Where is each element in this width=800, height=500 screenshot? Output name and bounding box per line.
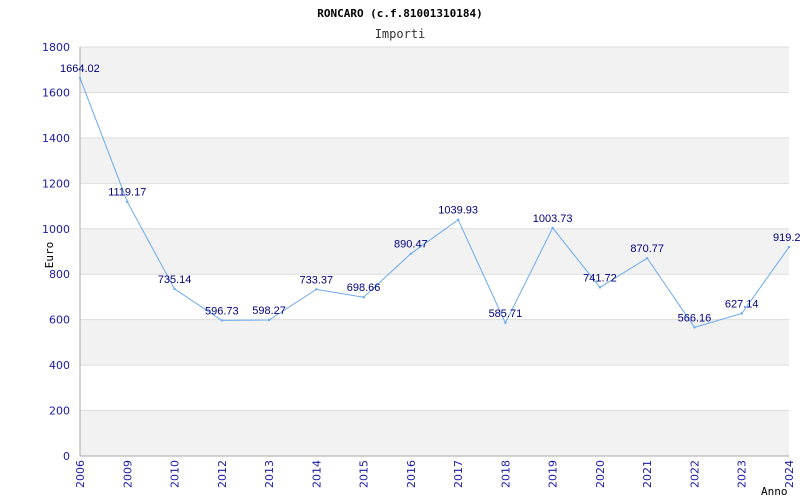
x-tick-label: 2015: [358, 460, 371, 488]
line-chart: 020040060080010001200140016001800 2006 20…: [42, 7, 800, 498]
data-label: 733.37: [300, 274, 334, 286]
data-label: 890.47: [394, 239, 428, 251]
series-polyline: [79, 77, 790, 328]
data-labels: 1664.02 1119.17 735.14 596.73 598.27 733.37 69…: [60, 63, 800, 324]
x-tick-label: 2009: [121, 460, 134, 488]
data-label: 1039.93: [438, 205, 478, 217]
x-tick-label: 2010: [169, 460, 182, 488]
y-tick-label: 600: [49, 314, 70, 327]
data-point: [740, 312, 743, 315]
data-point: [456, 218, 460, 221]
data-label: 598.27: [252, 305, 286, 317]
data-point: [173, 287, 176, 291]
y-tick-label: 200: [49, 405, 70, 418]
x-tick-labels: 2006 2009 2010 2012 2013 2014 2015 2016 2017 2018…: [74, 460, 796, 488]
y-tick-label: 1000: [42, 223, 70, 236]
y-tick-label: 1800: [42, 41, 70, 54]
x-tick-label: 2018: [499, 460, 512, 488]
x-tick-label: 2021: [641, 460, 654, 488]
y-axis-label: Euro: [43, 242, 56, 269]
data-label: 919.2: [773, 232, 800, 244]
data-point: [78, 76, 82, 80]
data-point: [220, 319, 223, 322]
chart-title: RONCARO (c.f.81001310184): [317, 7, 483, 20]
grid-band: [80, 319, 789, 366]
x-tick-label: 2006: [74, 460, 87, 488]
x-tick-label: 2020: [594, 460, 607, 488]
x-axis-label: Anno: [761, 485, 788, 498]
series-line: [78, 76, 791, 329]
data-point: [646, 256, 649, 260]
data-label: 870.77: [630, 243, 664, 255]
data-label: 627.14: [725, 298, 759, 310]
data-label: 698.66: [347, 282, 381, 294]
data-point: [787, 245, 791, 249]
x-tick-label: 2019: [547, 460, 560, 488]
x-tick-label: 2012: [216, 460, 229, 488]
y-tick-label: 400: [49, 359, 70, 372]
data-point: [267, 318, 271, 322]
grid-bands: [80, 47, 789, 456]
grid-band: [80, 410, 789, 456]
data-point: [504, 321, 507, 325]
x-tick-label: 2014: [310, 460, 323, 488]
data-point: [362, 296, 365, 299]
data-label: 566.16: [678, 312, 712, 324]
x-tick-label: 2017: [452, 460, 465, 488]
data-label: 741.72: [583, 272, 617, 284]
y-tick-label: 800: [49, 268, 70, 281]
grid-band: [80, 228, 789, 275]
x-tick-label: 2016: [405, 460, 418, 488]
data-label: 1119.17: [108, 187, 146, 199]
y-tick-label: 1600: [42, 86, 70, 99]
data-point: [598, 286, 602, 289]
data-label: 1003.73: [533, 213, 573, 225]
data-label: 735.14: [158, 274, 192, 286]
x-tick-label: 2022: [688, 460, 701, 488]
data-point: [409, 252, 413, 255]
x-tick-label: 2013: [263, 460, 276, 488]
data-label: 585.71: [489, 308, 523, 320]
data-point: [693, 326, 696, 329]
y-tick-label: 0: [63, 450, 70, 463]
x-tick-label: 2024: [783, 460, 796, 488]
chart-subtitle: Importi: [375, 27, 426, 41]
data-label: 596.73: [205, 305, 239, 317]
data-point: [126, 200, 129, 203]
y-tick-label: 1200: [42, 177, 70, 190]
data-label: 1664.02: [60, 63, 100, 75]
data-point: [551, 226, 554, 230]
grid-band: [80, 47, 789, 93]
grid-band: [80, 137, 789, 184]
y-tick-label: 1400: [42, 132, 70, 145]
data-point: [315, 288, 318, 291]
x-tick-label: 2023: [736, 460, 749, 488]
